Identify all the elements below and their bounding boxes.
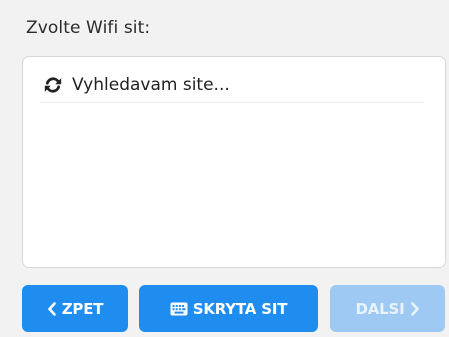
back-button[interactable]: ZPET: [22, 285, 128, 332]
page-title: Zvolte Wifi sit:: [26, 18, 151, 38]
next-button-label: DALSI: [355, 299, 405, 318]
keyboard-icon: [170, 302, 188, 316]
list-item-scanning: Vyhledavam site...: [40, 67, 424, 103]
list-item-label: Vyhledavam site...: [72, 74, 230, 95]
network-list: Vyhledavam site...: [22, 56, 446, 268]
hidden-network-button[interactable]: SKRYTA SIT: [139, 285, 318, 332]
next-button[interactable]: DALSI: [330, 285, 445, 332]
chevron-left-icon: [47, 301, 57, 316]
hidden-network-button-label: SKRYTA SIT: [192, 299, 288, 318]
back-button-label: ZPET: [61, 299, 104, 318]
chevron-right-icon: [410, 301, 420, 316]
refresh-icon: [42, 74, 64, 96]
